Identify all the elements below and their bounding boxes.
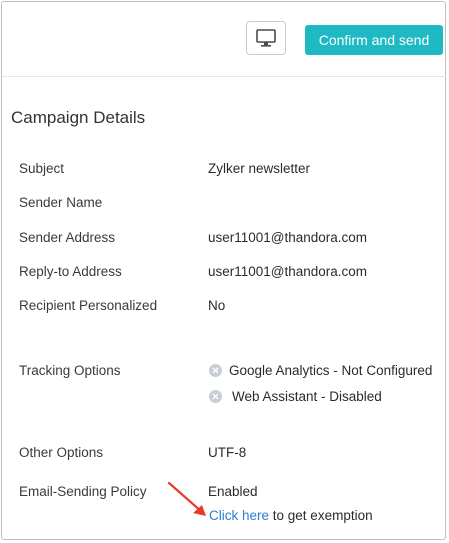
- email-sending-policy-value: Enabled: [208, 484, 258, 499]
- sender-address-value: user11001@thandora.com: [208, 230, 368, 245]
- tracking-item-text: Google Analytics - Not Configured: [229, 363, 433, 378]
- subject-value: Zylker newsletter: [208, 161, 311, 176]
- other-options-label: Other Options: [19, 445, 104, 460]
- confirm-and-send-button[interactable]: Confirm and send: [305, 25, 443, 55]
- email-sending-policy-label: Email-Sending Policy: [19, 484, 147, 499]
- exemption-line: Click here to get exemption: [209, 508, 373, 523]
- tracking-options-label: Tracking Options: [19, 363, 121, 378]
- annotation-arrow-icon: [167, 481, 206, 516]
- sender-address-label: Sender Address: [19, 230, 116, 245]
- x-circle-icon: [209, 364, 222, 377]
- x-circle-icon: [209, 390, 222, 403]
- section-title: Campaign Details: [11, 108, 146, 127]
- click-here-link[interactable]: Click here: [209, 508, 269, 523]
- reply-to-label: Reply-to Address: [19, 264, 122, 279]
- exemption-suffix: to get exemption: [269, 508, 373, 523]
- preview-button[interactable]: [246, 21, 286, 55]
- recipient-personalized-value: No: [208, 298, 226, 313]
- other-options-value: UTF-8: [208, 445, 247, 460]
- sender-name-label: Sender Name: [19, 195, 103, 210]
- recipient-personalized-label: Recipient Personalized: [19, 298, 158, 313]
- desktop-monitor-icon: [256, 29, 276, 47]
- reply-to-value: user11001@thandora.com: [208, 264, 368, 279]
- tracking-item-web-assistant: Web Assistant - Disabled: [209, 389, 382, 404]
- tracking-item-google-analytics: Google Analytics - Not Configured: [209, 363, 432, 378]
- tracking-item-text: Web Assistant - Disabled: [232, 389, 382, 404]
- top-toolbar: Confirm and send: [2, 2, 446, 77]
- subject-label: Subject: [19, 161, 65, 176]
